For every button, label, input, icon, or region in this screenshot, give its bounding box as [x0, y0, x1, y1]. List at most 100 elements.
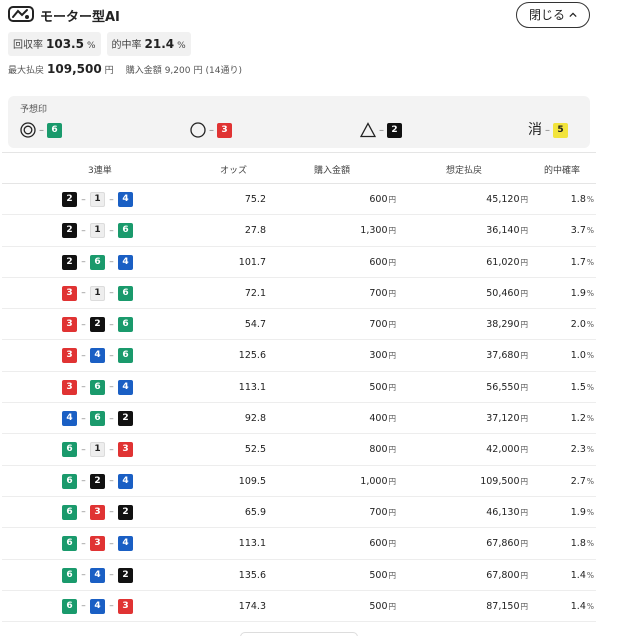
odds-value: 174.3	[238, 600, 266, 612]
combo-separator: –	[109, 538, 114, 549]
hit-probability-cell: 2.7%	[571, 476, 594, 487]
app-title: モーター型AI	[40, 10, 120, 25]
probability-value: 1.2	[570, 413, 586, 425]
combo-separator: –	[81, 350, 86, 361]
hit-rate-unit: %	[177, 41, 186, 51]
table-row: 2 – 6 – 4 101.7 600円 61,020円 1.7%	[2, 247, 596, 278]
boat-number-badge: 2	[62, 192, 77, 207]
prediction-taikou: – 3	[190, 121, 232, 139]
boat-number-badge: 3	[62, 348, 77, 364]
purchase-amount-cell: 400円	[369, 413, 396, 424]
hit-probability-cell: 2.3%	[571, 444, 594, 455]
odds-value: 109.5	[238, 475, 266, 487]
purchase-count: (14通り)	[205, 66, 242, 76]
yen-unit: 円	[388, 382, 397, 392]
yen-unit: 円	[520, 539, 529, 549]
combo-separator: –	[81, 319, 86, 330]
boat-number-badge: 3	[217, 122, 232, 138]
trifecta-combo: 3 – 1 – 6	[62, 285, 133, 301]
purchase-amount-cell: 500円	[369, 570, 396, 581]
boat-number-badge: 4	[118, 473, 133, 489]
odds-value: 101.7	[238, 256, 266, 268]
hit-probability-cell: 1.8%	[571, 538, 594, 549]
prediction-honmei: – 6	[20, 121, 62, 139]
odds-value: 52.5	[244, 444, 266, 456]
odds-value: 54.7	[244, 319, 266, 331]
odds-value: 125.6	[238, 350, 266, 362]
combo-separator: –	[109, 319, 114, 330]
bet-table-body: 2 – 1 – 4 75.2 600円 45,120円 1.8% 2 – 1 –…	[2, 184, 596, 623]
summary-line: 最大払戻 109,500 円 購入金額 9,200 円 (14通り)	[8, 62, 242, 76]
hit-probability-cell: 1.5%	[571, 382, 594, 393]
percent-unit: %	[586, 382, 594, 392]
trifecta-combo: 6 – 1 – 3	[62, 442, 133, 458]
purchase-amount-cell: 700円	[369, 319, 396, 330]
percent-unit: %	[586, 226, 594, 236]
probability-value: 2.3	[570, 444, 586, 456]
yen-unit: 円	[520, 351, 529, 361]
combo-separator: –	[109, 413, 114, 424]
boat-number-badge: 2	[118, 504, 133, 520]
percent-unit: %	[586, 570, 594, 580]
amount-value: 500	[369, 381, 388, 393]
percent-unit: %	[586, 507, 594, 517]
odds-value: 27.8	[244, 225, 266, 237]
boat-number-badge: 6	[62, 598, 77, 614]
odds-value: 75.2	[244, 194, 266, 205]
trifecta-combo: 3 – 2 – 6	[62, 317, 133, 333]
prediction-dash: –	[545, 124, 550, 136]
amount-value: 600	[369, 538, 388, 550]
close-button[interactable]: 閉じる	[515, 2, 590, 28]
combo-separator: –	[81, 382, 86, 393]
prediction-ana: – 2	[360, 121, 402, 139]
hit-probability-cell: 1.4%	[571, 570, 594, 581]
expected-payout-cell: 45,120円	[486, 194, 528, 205]
trifecta-combo: 6 – 3 – 4	[62, 536, 133, 552]
trifecta-combo: 4 – 6 – 2	[62, 411, 133, 427]
recovery-rate-badge: 回収率 103.5 %	[8, 32, 101, 56]
yen-unit: 円	[388, 195, 397, 204]
prediction-dash: –	[379, 124, 384, 136]
table-row: 6 – 4 – 3 174.3 500円 87,150円 1.4%	[2, 591, 596, 623]
hit-probability-cell: 1.9%	[571, 288, 594, 299]
expected-payout-cell: 38,290円	[486, 319, 528, 330]
amount-value: 800	[369, 444, 388, 456]
amount-value: 700	[369, 287, 388, 299]
payout-value: 67,800	[486, 569, 520, 581]
table-row: 6 – 3 – 4 113.1 600円 67,860円 1.8%	[2, 528, 596, 560]
expected-payout-cell: 61,020円	[486, 257, 528, 268]
hit-rate-value: 21.4	[144, 37, 175, 51]
recovery-rate-value: 103.5	[46, 37, 84, 51]
trifecta-combo: 3 – 6 – 4	[62, 379, 133, 395]
amount-value: 500	[369, 569, 388, 581]
boat-number-badge: 6	[118, 285, 133, 301]
trifecta-combo: 2 – 6 – 4	[62, 254, 133, 270]
boat-number-badge: 4	[90, 598, 105, 614]
combo-separator: –	[109, 350, 114, 361]
boat-number-badge: 3	[90, 536, 105, 552]
expected-payout-cell: 87,150円	[486, 601, 528, 612]
boat-number-badge: 6	[118, 317, 133, 333]
probability-value: 1.5	[570, 381, 586, 393]
amount-value: 400	[369, 413, 388, 425]
boat-number-badge: 4	[90, 567, 105, 583]
boat-number-badge: 6	[47, 122, 62, 138]
yen-unit: 円	[388, 414, 397, 424]
probability-value: 2.7	[570, 475, 586, 487]
prediction-marks-label: 予想印	[20, 105, 48, 115]
yen-unit: 円	[520, 601, 529, 611]
payout-value: 37,120	[486, 413, 520, 425]
combo-separator: –	[81, 257, 86, 268]
yen-unit: 円	[388, 539, 397, 549]
yen-unit: 円	[388, 288, 397, 298]
max-payout-value: 109,500	[47, 62, 102, 76]
amount-value: 600	[369, 194, 388, 205]
purchase-amount-cell: 800円	[369, 444, 396, 455]
boat-number-badge: 6	[90, 379, 105, 395]
boat-number-badge: 5	[553, 122, 568, 138]
circle-icon	[190, 122, 206, 138]
yen-unit: 円	[520, 288, 529, 298]
table-row: 2 – 1 – 6 27.8 1,300円 36,140円 3.7%	[2, 215, 596, 247]
probability-value: 1.0	[570, 350, 586, 362]
bottom-drawer-handle[interactable]	[240, 632, 358, 636]
